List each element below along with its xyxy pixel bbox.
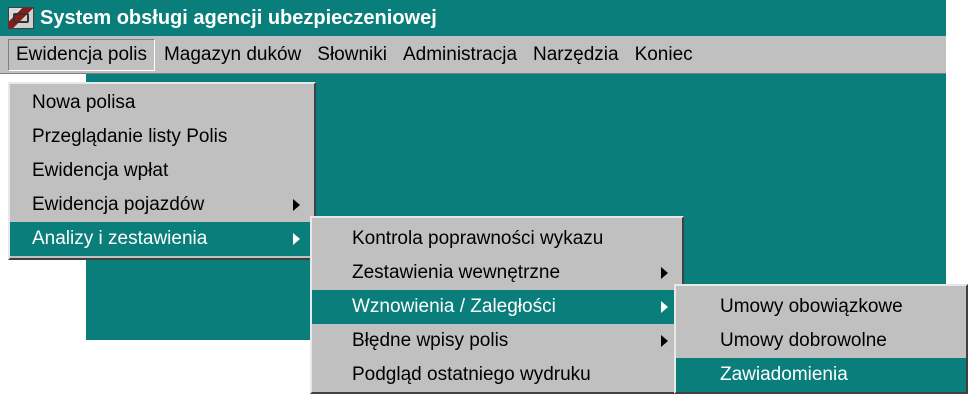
menu-item-label: Nowa polisa	[32, 92, 136, 113]
submenu-arrow-icon	[661, 267, 668, 279]
menu-item-label: Błędne wpisy polis	[352, 330, 509, 351]
menu-item-przegladanie-listy-polis[interactable]: Przeglądanie listy Polis	[10, 120, 314, 154]
menu-item-label: Umowy dobrowolne	[720, 330, 887, 351]
submenu-arrow-icon	[293, 233, 300, 245]
submenu-arrow-icon	[661, 335, 668, 347]
menu-item-label: Wznowienia / Zaległości	[352, 296, 556, 317]
menu-item-ewidencja-wplat[interactable]: Ewidencja wpłat	[10, 154, 314, 188]
menu-item-label: Ewidencja wpłat	[32, 160, 169, 181]
menu-item-zawiadomienia[interactable]: Zawiadomienia	[676, 358, 966, 392]
menu-item-umowy-dobrowolne[interactable]: Umowy dobrowolne	[676, 324, 966, 358]
dropdown-ewidencja-polis: Nowa polisa Przeglądanie listy Polis Ewi…	[8, 82, 316, 260]
menu-bar: Ewidencja polis Magazyn duków Słowniki A…	[0, 36, 946, 74]
menu-item-podglad-ostatniego-wydruku[interactable]: Podgląd ostatniego wydruku	[312, 358, 682, 392]
menu-ewidencja-polis[interactable]: Ewidencja polis	[8, 38, 155, 71]
menu-item-label: Podgląd ostatniego wydruku	[352, 364, 591, 385]
menu-narzedzia[interactable]: Narzędzia	[526, 40, 626, 70]
menu-item-label: Przeglądanie listy Polis	[32, 126, 228, 147]
submenu-wznowienia-zaleglosci: Umowy obowiązkowe Umowy dobrowolne Zawia…	[674, 284, 968, 394]
menu-administracja[interactable]: Administracja	[396, 40, 524, 70]
submenu-analizy-i-zestawienia: Kontrola poprawności wykazu Zestawienia …	[310, 216, 684, 394]
menu-slowniki[interactable]: Słowniki	[310, 40, 394, 70]
submenu-arrow-icon	[661, 301, 668, 313]
menu-item-umowy-obowiazkowe[interactable]: Umowy obowiązkowe	[676, 290, 966, 324]
menu-item-analizy-i-zestawienia[interactable]: Analizy i zestawienia	[10, 222, 314, 256]
menu-item-ewidencja-pojazdow[interactable]: Ewidencja pojazdów	[10, 188, 314, 222]
menu-item-kontrola-poprawnosci-wykazu[interactable]: Kontrola poprawności wykazu	[312, 222, 682, 256]
window-title: System obsługi agencji ubezpieczeniowej	[40, 6, 437, 29]
menu-item-bledne-wpisy-polis[interactable]: Błędne wpisy polis	[312, 324, 682, 358]
menu-item-nowa-polisa[interactable]: Nowa polisa	[10, 86, 314, 120]
menu-item-label: Zestawienia wewnętrzne	[352, 262, 561, 283]
menu-koniec[interactable]: Koniec	[628, 40, 700, 70]
app-icon	[8, 7, 34, 29]
menu-item-label: Analizy i zestawienia	[32, 228, 208, 249]
menu-item-label: Umowy obowiązkowe	[720, 296, 903, 317]
menu-item-label: Kontrola poprawności wykazu	[352, 228, 604, 249]
menu-magazyn-dukow[interactable]: Magazyn duków	[157, 40, 308, 70]
menu-item-zestawienia-wewnetrzne[interactable]: Zestawienia wewnętrzne	[312, 256, 682, 290]
menu-item-label: Ewidencja pojazdów	[32, 194, 205, 215]
title-bar: System obsługi agencji ubezpieczeniowej	[0, 0, 946, 36]
submenu-arrow-icon	[293, 199, 300, 211]
menu-item-label: Zawiadomienia	[720, 364, 848, 385]
menu-item-wznowienia-zaleglosci[interactable]: Wznowienia / Zaległości	[312, 290, 682, 324]
